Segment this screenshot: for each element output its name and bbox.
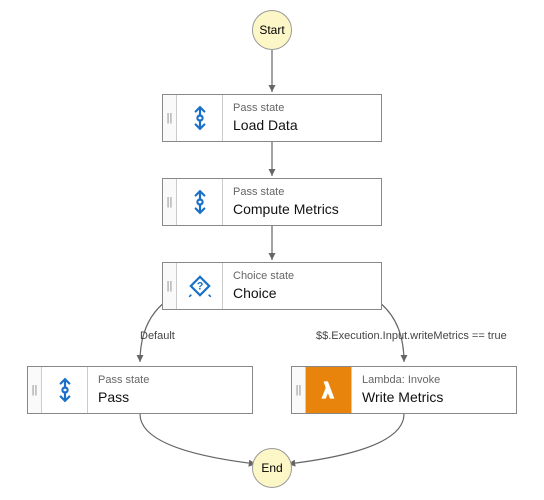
pass-state-icon (177, 95, 223, 141)
state-type-label: Lambda: Invoke (362, 374, 516, 387)
drag-handle-icon[interactable]: || (28, 367, 42, 413)
state-choice[interactable]: || ? Choice state Choice (162, 262, 382, 310)
start-label: Start (259, 23, 284, 37)
drag-handle-icon[interactable]: || (163, 263, 177, 309)
state-pass[interactable]: || Pass state Pass (27, 366, 253, 414)
pass-state-icon (42, 367, 88, 413)
state-name-label: Write Metrics (362, 388, 516, 406)
state-text: Lambda: Invoke Write Metrics (352, 367, 516, 413)
state-load-data[interactable]: || Pass state Load Data (162, 94, 382, 142)
end-label: End (261, 461, 282, 475)
start-terminal[interactable]: Start (252, 10, 292, 50)
state-compute-metrics[interactable]: || Pass state Compute Metrics (162, 178, 382, 226)
state-text: Pass state Compute Metrics (223, 179, 381, 225)
state-type-label: Pass state (233, 102, 381, 115)
state-text: Choice state Choice (223, 263, 381, 309)
state-type-label: Pass state (98, 374, 252, 387)
lambda-icon (306, 367, 352, 413)
edge-label-condition: $$.Execution.Input.writeMetrics == true (316, 330, 507, 342)
workflow-diagram: Start || Pass state Load Data || Pass st… (0, 0, 544, 500)
end-terminal[interactable]: End (252, 448, 292, 488)
connectors (0, 0, 544, 500)
state-name-label: Choice (233, 284, 381, 302)
svg-text:?: ? (196, 280, 203, 292)
state-type-label: Choice state (233, 270, 381, 283)
drag-handle-icon[interactable]: || (163, 95, 177, 141)
state-write-metrics[interactable]: || Lambda: Invoke Write Metrics (291, 366, 517, 414)
state-name-label: Load Data (233, 116, 381, 134)
state-name-label: Pass (98, 388, 252, 406)
state-text: Pass state Load Data (223, 95, 381, 141)
choice-state-icon: ? (177, 263, 223, 309)
state-name-label: Compute Metrics (233, 200, 381, 218)
drag-handle-icon[interactable]: || (163, 179, 177, 225)
state-type-label: Pass state (233, 186, 381, 199)
drag-handle-icon[interactable]: || (292, 367, 306, 413)
pass-state-icon (177, 179, 223, 225)
state-text: Pass state Pass (88, 367, 252, 413)
edge-label-default: Default (140, 330, 175, 342)
